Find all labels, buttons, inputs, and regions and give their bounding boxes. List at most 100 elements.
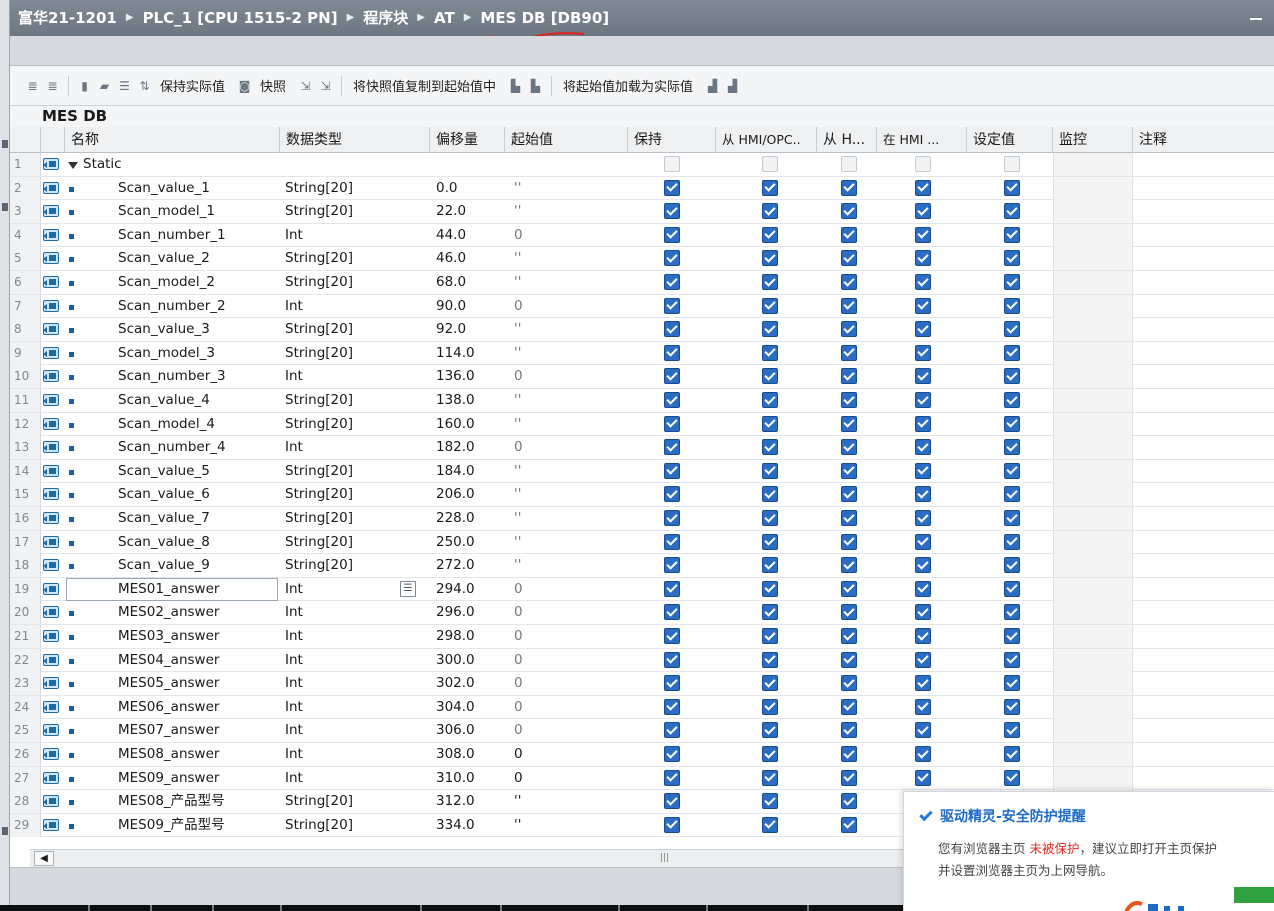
accessible-hmi-checkbox[interactable] <box>762 274 778 290</box>
variable-start-value[interactable]: 0 <box>510 601 630 624</box>
accessible-hmi-checkbox[interactable] <box>762 156 778 172</box>
load-start-as-actual-button[interactable]: 将起始值加载为实际值 <box>563 76 693 95</box>
retain-checkbox[interactable] <box>664 344 680 361</box>
table-row[interactable]: 23 MES05_answer Int 302.0 0 <box>10 672 1274 696</box>
visible-hmi-checkbox[interactable] <box>915 604 931 621</box>
table-row[interactable]: 24 MES06_answer Int 304.0 0 <box>10 695 1274 720</box>
popup-action-button[interactable] <box>1234 887 1274 903</box>
visible-hmi-checkbox[interactable] <box>915 179 931 196</box>
retain-checkbox[interactable] <box>664 557 680 574</box>
retain-checkbox[interactable] <box>664 486 680 503</box>
table-row[interactable]: 6 Scan_model_2 String[20] 68.0 '' <box>10 271 1274 295</box>
collapse-triangle-icon[interactable] <box>68 162 78 174</box>
variable-start-value[interactable]: 0 <box>510 649 630 672</box>
variable-start-value[interactable]: '' <box>510 483 630 506</box>
setpoint-checkbox[interactable] <box>1004 533 1020 550</box>
retain-checkbox[interactable] <box>664 226 680 243</box>
keep-actual-values-button[interactable]: 保持实际值 <box>160 76 225 95</box>
load-icon[interactable]: ▙ <box>527 77 544 94</box>
retain-checkbox[interactable] <box>664 722 680 739</box>
writable-hmi-checkbox[interactable] <box>841 580 857 597</box>
variable-start-value[interactable]: 0 <box>510 625 630 648</box>
setpoint-checkbox[interactable] <box>1004 486 1020 503</box>
retain-checkbox[interactable] <box>664 580 680 597</box>
scroll-grip-icon[interactable]: ||| <box>660 853 669 863</box>
table-row[interactable]: 20 MES02_answer Int 296.0 0 <box>10 601 1274 625</box>
variable-start-value[interactable]: 0 <box>510 743 630 766</box>
writable-hmi-checkbox[interactable] <box>841 226 857 243</box>
retain-checkbox[interactable] <box>664 675 680 692</box>
visible-hmi-checkbox[interactable] <box>915 462 931 479</box>
table-row[interactable]: 5 Scan_value_2 String[20] 46.0 '' <box>10 247 1274 271</box>
accessible-hmi-checkbox[interactable] <box>762 392 778 408</box>
table-row[interactable]: 7 Scan_number_2 Int 90.0 0 <box>10 294 1274 319</box>
writable-hmi-checkbox[interactable] <box>841 722 857 739</box>
setpoint-checkbox[interactable] <box>1004 769 1020 786</box>
table-row[interactable]: 19 ☰ MES01_answer Int 294.0 0 <box>10 577 1274 602</box>
variable-name[interactable]: MES02_answer <box>118 601 278 624</box>
accessible-hmi-checkbox[interactable] <box>762 415 778 432</box>
writable-hmi-checkbox[interactable] <box>841 392 857 408</box>
variable-start-value[interactable]: '' <box>510 413 630 436</box>
accessible-hmi-checkbox[interactable] <box>762 486 778 503</box>
setpoint-checkbox[interactable] <box>1004 250 1020 267</box>
variable-name[interactable]: Scan_value_3 <box>118 318 278 341</box>
add-row-icon[interactable]: ≣ <box>44 77 61 94</box>
writable-hmi-checkbox[interactable] <box>841 156 857 172</box>
retain-checkbox[interactable] <box>664 392 680 408</box>
setpoint-checkbox[interactable] <box>1004 203 1020 220</box>
retain-checkbox[interactable] <box>664 793 680 810</box>
breadcrumb-db[interactable]: MES DB [DB90] <box>480 9 609 27</box>
retain-checkbox[interactable] <box>664 368 680 385</box>
variable-datatype[interactable]: Int <box>285 365 425 388</box>
variable-datatype[interactable]: Int <box>285 672 425 695</box>
variable-start-value[interactable]: 0 <box>510 578 630 601</box>
setpoint-checkbox[interactable] <box>1004 439 1020 456</box>
accessible-hmi-checkbox[interactable] <box>762 746 778 762</box>
visible-hmi-checkbox[interactable] <box>915 439 931 456</box>
accessible-hmi-checkbox[interactable] <box>762 722 778 739</box>
accessible-hmi-checkbox[interactable] <box>762 557 778 574</box>
visible-hmi-checkbox[interactable] <box>915 746 931 762</box>
writable-hmi-checkbox[interactable] <box>841 297 857 314</box>
col-name[interactable]: 名称 <box>65 127 280 153</box>
variable-datatype[interactable]: Int <box>285 436 425 459</box>
table-row[interactable]: 9 Scan_model_3 String[20] 114.0 '' <box>10 341 1274 366</box>
variable-datatype[interactable]: String[20] <box>285 271 425 294</box>
variable-start-value[interactable]: '' <box>510 200 630 223</box>
writable-hmi-checkbox[interactable] <box>841 557 857 574</box>
variable-name[interactable]: Scan_model_2 <box>118 271 278 294</box>
copy-snapshot-icon[interactable]: ⇲ <box>297 77 314 94</box>
variable-datatype[interactable]: Int <box>285 767 425 790</box>
retain-checkbox[interactable] <box>664 274 680 290</box>
writable-hmi-checkbox[interactable] <box>841 651 857 668</box>
accessible-hmi-checkbox[interactable] <box>762 698 778 715</box>
variable-name[interactable]: Scan_value_4 <box>118 389 278 412</box>
writable-hmi-checkbox[interactable] <box>841 486 857 503</box>
setpoint-checkbox[interactable] <box>1004 462 1020 479</box>
visible-hmi-checkbox[interactable] <box>915 769 931 786</box>
variable-datatype[interactable]: String[20] <box>285 318 425 341</box>
writable-hmi-checkbox[interactable] <box>841 462 857 479</box>
writable-hmi-checkbox[interactable] <box>841 604 857 621</box>
variable-name[interactable]: MES09_产品型号 <box>118 814 278 837</box>
retain-checkbox[interactable] <box>664 816 680 833</box>
writable-hmi-checkbox[interactable] <box>841 698 857 715</box>
table-row[interactable]: 14 Scan_value_5 String[20] 184.0 '' <box>10 459 1274 484</box>
visible-hmi-checkbox[interactable] <box>915 486 931 503</box>
security-notification-popup[interactable]: 驱动精灵-安全防护提醒 您有浏览器主页 未被保护，建议立即打开主页保护 并设置浏… <box>903 791 1274 911</box>
variable-start-value[interactable]: '' <box>510 247 630 270</box>
table-row[interactable]: 2 Scan_value_1 String[20] 0.0 '' <box>10 176 1274 201</box>
accessible-hmi-checkbox[interactable] <box>762 462 778 479</box>
setpoint-checkbox[interactable] <box>1004 297 1020 314</box>
writable-hmi-checkbox[interactable] <box>841 344 857 361</box>
retain-checkbox[interactable] <box>664 698 680 715</box>
writable-hmi-checkbox[interactable] <box>841 510 857 526</box>
retain-checkbox[interactable] <box>664 628 680 644</box>
retain-checkbox[interactable] <box>664 604 680 621</box>
variable-name[interactable]: Scan_value_1 <box>118 177 278 200</box>
accessible-hmi-checkbox[interactable] <box>762 769 778 786</box>
variable-name[interactable]: Scan_model_1 <box>118 200 278 223</box>
col-offset[interactable]: 偏移量 <box>430 127 505 153</box>
accessible-hmi-checkbox[interactable] <box>762 439 778 456</box>
